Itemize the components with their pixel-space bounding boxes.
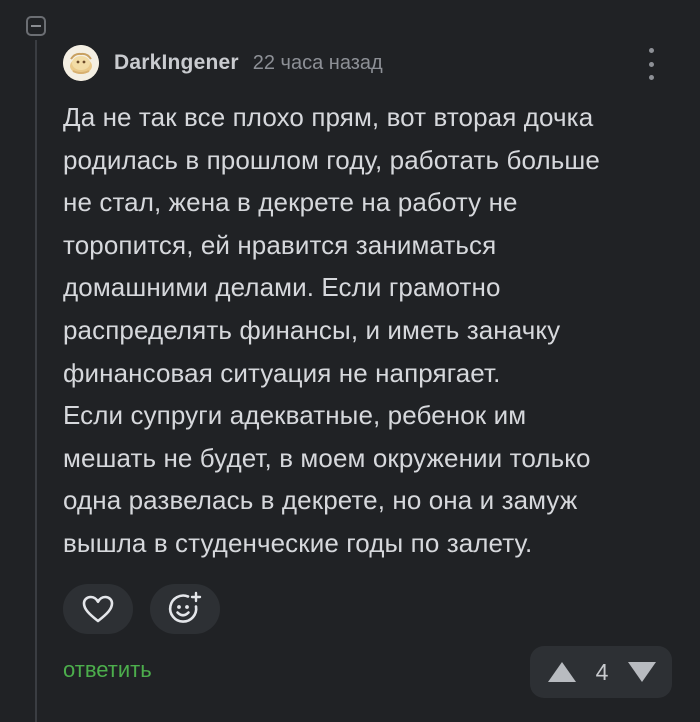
vertical-dots-icon (648, 48, 654, 53)
comment-paragraph: Да не так все плохо прям, вот вторая доч… (63, 102, 600, 388)
heart-icon (82, 595, 114, 623)
comment-paragraph: Если супруги адекватные, ребенок им меша… (63, 400, 591, 558)
like-button[interactable] (63, 584, 133, 634)
collapse-thread-button[interactable] (26, 16, 46, 36)
vertical-dots-icon-dot-3 (648, 75, 654, 80)
author-name[interactable]: DarkIngener (114, 51, 239, 75)
avatar-image (63, 45, 99, 81)
triangle-down-icon (627, 662, 656, 682)
reply-link[interactable]: ответить (63, 657, 152, 683)
thread-line[interactable] (35, 40, 37, 722)
triangle-up-icon (548, 662, 576, 682)
smiley-plus-icon (168, 591, 202, 623)
comment-body: Да не так все плохо прям, вот вторая доч… (63, 96, 678, 565)
comment-page: DarkIngener 22 часа назад Да не так все … (0, 0, 700, 722)
rating-count: 4 (595, 658, 609, 685)
comment-timestamp[interactable]: 22 часа назад (253, 52, 383, 75)
avatar[interactable] (63, 45, 99, 81)
upvote-button[interactable] (546, 660, 578, 684)
more-options-button[interactable] (640, 48, 662, 80)
add-reaction-button[interactable] (150, 584, 220, 634)
vote-control: 4 (530, 646, 672, 698)
minus-icon (31, 25, 41, 27)
comment-header: DarkIngener 22 часа назад (63, 44, 383, 82)
downvote-button[interactable] (626, 660, 658, 684)
vertical-dots-icon-dot-2 (648, 61, 654, 67)
